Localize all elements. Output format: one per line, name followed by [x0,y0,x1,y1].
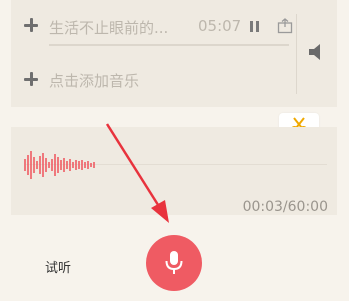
preview-listen-button[interactable]: 试听 [45,257,71,276]
background-music-panel: 生活不止眼前的... 05:07 点击添加音乐 [11,0,337,107]
add-music-label[interactable]: 点击添加音乐 [49,70,139,91]
track-title[interactable]: 生活不止眼前的... [49,17,168,38]
track-progress-bar[interactable] [49,44,289,46]
record-button[interactable] [146,235,202,291]
divider [296,14,297,94]
waveform [24,151,95,179]
track-duration: 05:07 [198,17,242,35]
recording-time-counter: 00:03/60:00 [242,199,328,215]
speaker-icon[interactable] [307,43,327,61]
pause-icon[interactable] [250,21,259,32]
recording-waveform-panel: 00:03/60:00 [11,127,337,215]
microphone-icon [165,251,183,274]
add-track-plus-icon[interactable] [24,18,38,32]
add-music-plus-icon[interactable] [24,72,38,86]
export-icon[interactable] [277,18,293,34]
